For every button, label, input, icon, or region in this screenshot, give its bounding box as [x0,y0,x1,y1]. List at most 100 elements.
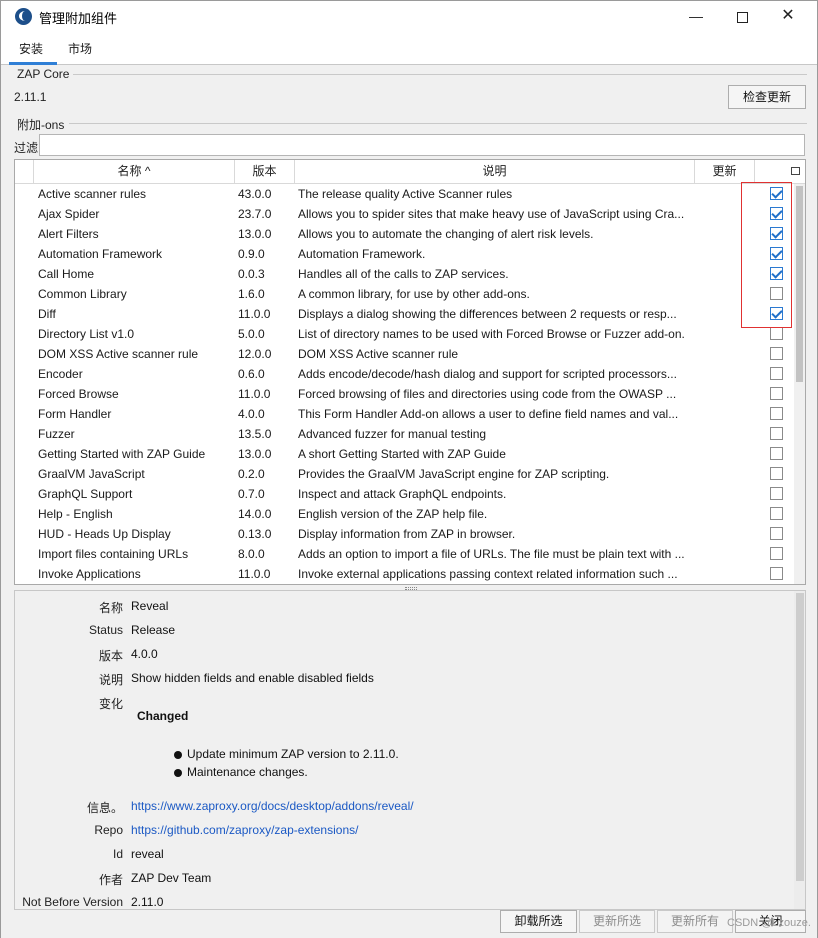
addon-select-checkbox[interactable] [770,567,783,580]
addon-select-checkbox[interactable] [770,387,783,400]
addon-description: A common library, for use by other add-o… [298,287,530,301]
addon-description: Adds an option to import a file of URLs.… [298,547,685,561]
addon-description: Allows you to automate the changing of a… [298,227,594,241]
table-row[interactable]: Ajax Spider 23.7.0 Allows you to spider si… [15,204,791,224]
addon-name: GraalVM JavaScript [38,467,145,481]
addon-select-checkbox[interactable] [770,527,783,540]
column-header-version[interactable]: 版本 [235,160,295,184]
table-scrollbar[interactable] [794,184,805,584]
column-header-update[interactable]: 更新 [695,160,755,184]
close-window-button[interactable]: ✕ [765,1,811,32]
table-row[interactable]: HUD - Heads Up Display 0.13.0 Display info… [15,524,791,544]
table-row[interactable]: Active scanner rules 43.0.0 The release qu… [15,184,791,204]
update-selected-button[interactable]: 更新所选 [579,910,655,933]
addon-description: DOM XSS Active scanner rule [298,347,459,361]
addon-description: The release quality Active Scanner rules [298,187,513,201]
addon-select-checkbox[interactable] [770,467,783,480]
detail-repo-link[interactable]: https://github.com/zaproxy/zap-extension… [131,823,358,837]
minimize-button[interactable]: — [673,1,719,32]
scrollbar-thumb[interactable] [796,186,803,382]
addon-name: Getting Started with ZAP Guide [38,447,206,461]
addon-name: Import files containing URLs [38,547,189,561]
table-row[interactable]: Automation Framework 0.9.0 Automation Fram… [15,244,791,264]
table-row[interactable]: Import files containing URLs 8.0.0 Adds an… [15,544,791,564]
manage-addons-dialog: 管理附加组件 — ✕ 安装 市场 ZAP Core 2.11.1 检查更新 附加… [0,0,818,938]
addon-name: Directory List v1.0 [38,327,135,341]
addon-description: List of directory names to be used with … [298,327,685,341]
addon-version: 13.0.0 [238,447,272,461]
scrollbar-thumb[interactable] [796,593,804,881]
detail-repo-label: Repo [94,823,123,837]
maximize-button[interactable] [719,1,765,32]
table-row[interactable]: DOM XSS Active scanner rule 12.0.0 DOM XSS… [15,344,791,364]
addon-description: Inspect and attack GraphQL endpoints. [298,487,507,501]
filter-input[interactable] [39,134,805,156]
addon-select-checkbox[interactable] [770,487,783,500]
tab-bar: 安装 市场 [1,32,817,65]
filter-label: 过滤: [14,141,42,155]
table-row[interactable]: Alert Filters 13.0.0 Allows you to automat… [15,224,791,244]
addon-name: Help - English [38,507,113,521]
detail-id-label: Id [112,847,123,861]
table-row[interactable]: Help - English 14.0.0 English version of t… [15,504,791,524]
addon-select-checkbox[interactable] [770,427,783,440]
detail-info-link[interactable]: https://www.zaproxy.org/docs/desktop/add… [131,799,414,813]
table-row[interactable]: Diff 11.0.0 Displays a dialog showing the … [15,304,791,324]
table-row[interactable]: Form Handler 4.0.0 This Form Handler Add-o… [15,404,791,424]
check-updates-button[interactable]: 检查更新 [728,85,806,109]
table-body: Active scanner rules 43.0.0 The release qu… [15,184,791,584]
addon-select-checkbox[interactable] [770,367,783,380]
addon-version: 12.0.0 [238,347,272,361]
addon-select-checkbox[interactable] [770,407,783,420]
addon-select-checkbox[interactable] [770,547,783,560]
addon-version: 11.0.0 [238,387,271,401]
column-header-select[interactable] [755,160,805,184]
detail-name-value: Reveal [131,599,169,613]
column-header-name[interactable]: 名称 ^ [34,160,235,184]
addon-description: Display information from ZAP in browser. [298,527,516,541]
tab-marketplace[interactable]: 市场 [68,40,92,57]
detail-not-before-label: Not Before Version [22,895,123,909]
addon-select-checkbox[interactable] [770,347,783,360]
addon-name: Automation Framework [38,247,163,261]
detail-id-value: reveal [131,847,164,861]
details-scrollbar[interactable] [794,591,805,909]
table-row[interactable]: Directory List v1.0 5.0.0 List of director… [15,324,791,344]
table-row[interactable]: Common Library 1.6.0 A common library, for… [15,284,791,304]
addon-version: 0.9.0 [238,247,265,261]
column-header-description[interactable]: 说明 [295,160,695,184]
addon-version: 0.13.0 [238,527,272,541]
addon-version: 13.5.0 [238,427,272,441]
uninstall-selected-button[interactable]: 卸载所选 [500,910,577,933]
detail-status-value: Release [131,623,176,637]
addon-version: 11.0.0 [238,567,271,581]
detail-info-label: 信息。 [86,801,123,815]
table-row[interactable]: Forced Browse 11.0.0 Forced browsing of fi… [15,384,791,404]
addon-name: HUD - Heads Up Display [38,527,171,541]
addon-name: Alert Filters [38,227,99,241]
table-row[interactable]: Encoder 0.6.0 Adds encode/decode/hash dial… [15,364,791,384]
addon-name: GraphQL Support [38,487,133,501]
table-row[interactable]: GraalVM JavaScript 0.2.0 Provides the Graa… [15,464,791,484]
table-row[interactable]: Getting Started with ZAP Guide 13.0.0 A sh… [15,444,791,464]
table-row[interactable]: Invoke Applications 11.0.0 Invoke external… [15,564,791,584]
addon-select-checkbox[interactable] [770,447,783,460]
update-all-button[interactable]: 更新所有 [657,910,733,933]
detail-version-value: 4.0.0 [131,647,158,661]
addon-description: Automation Framework. [298,247,426,261]
bullet-icon [174,751,182,759]
addon-description: Adds encode/decode/hash dialog and suppo… [298,367,677,381]
table-row[interactable]: Fuzzer 13.5.0 Advanced fuzzer for manual t… [15,424,791,444]
addon-version: 8.0.0 [238,547,265,561]
addon-name: Active scanner rules [38,187,147,201]
addon-select-checkbox[interactable] [770,327,783,340]
table-row[interactable]: Call Home 0.0.3 Handles all of the calls t… [15,264,791,284]
addon-name: Fuzzer [38,427,75,441]
detail-status-label: Status [88,623,123,637]
addons-group-label: 附加-ons [17,118,65,132]
detail-description-label: 说明 [98,673,123,687]
table-row[interactable]: GraphQL Support 0.7.0 Inspect and attack G… [15,484,791,504]
addon-select-checkbox[interactable] [770,507,783,520]
column-chooser-icon[interactable] [790,167,800,175]
tab-install[interactable]: 安装 [19,40,43,57]
